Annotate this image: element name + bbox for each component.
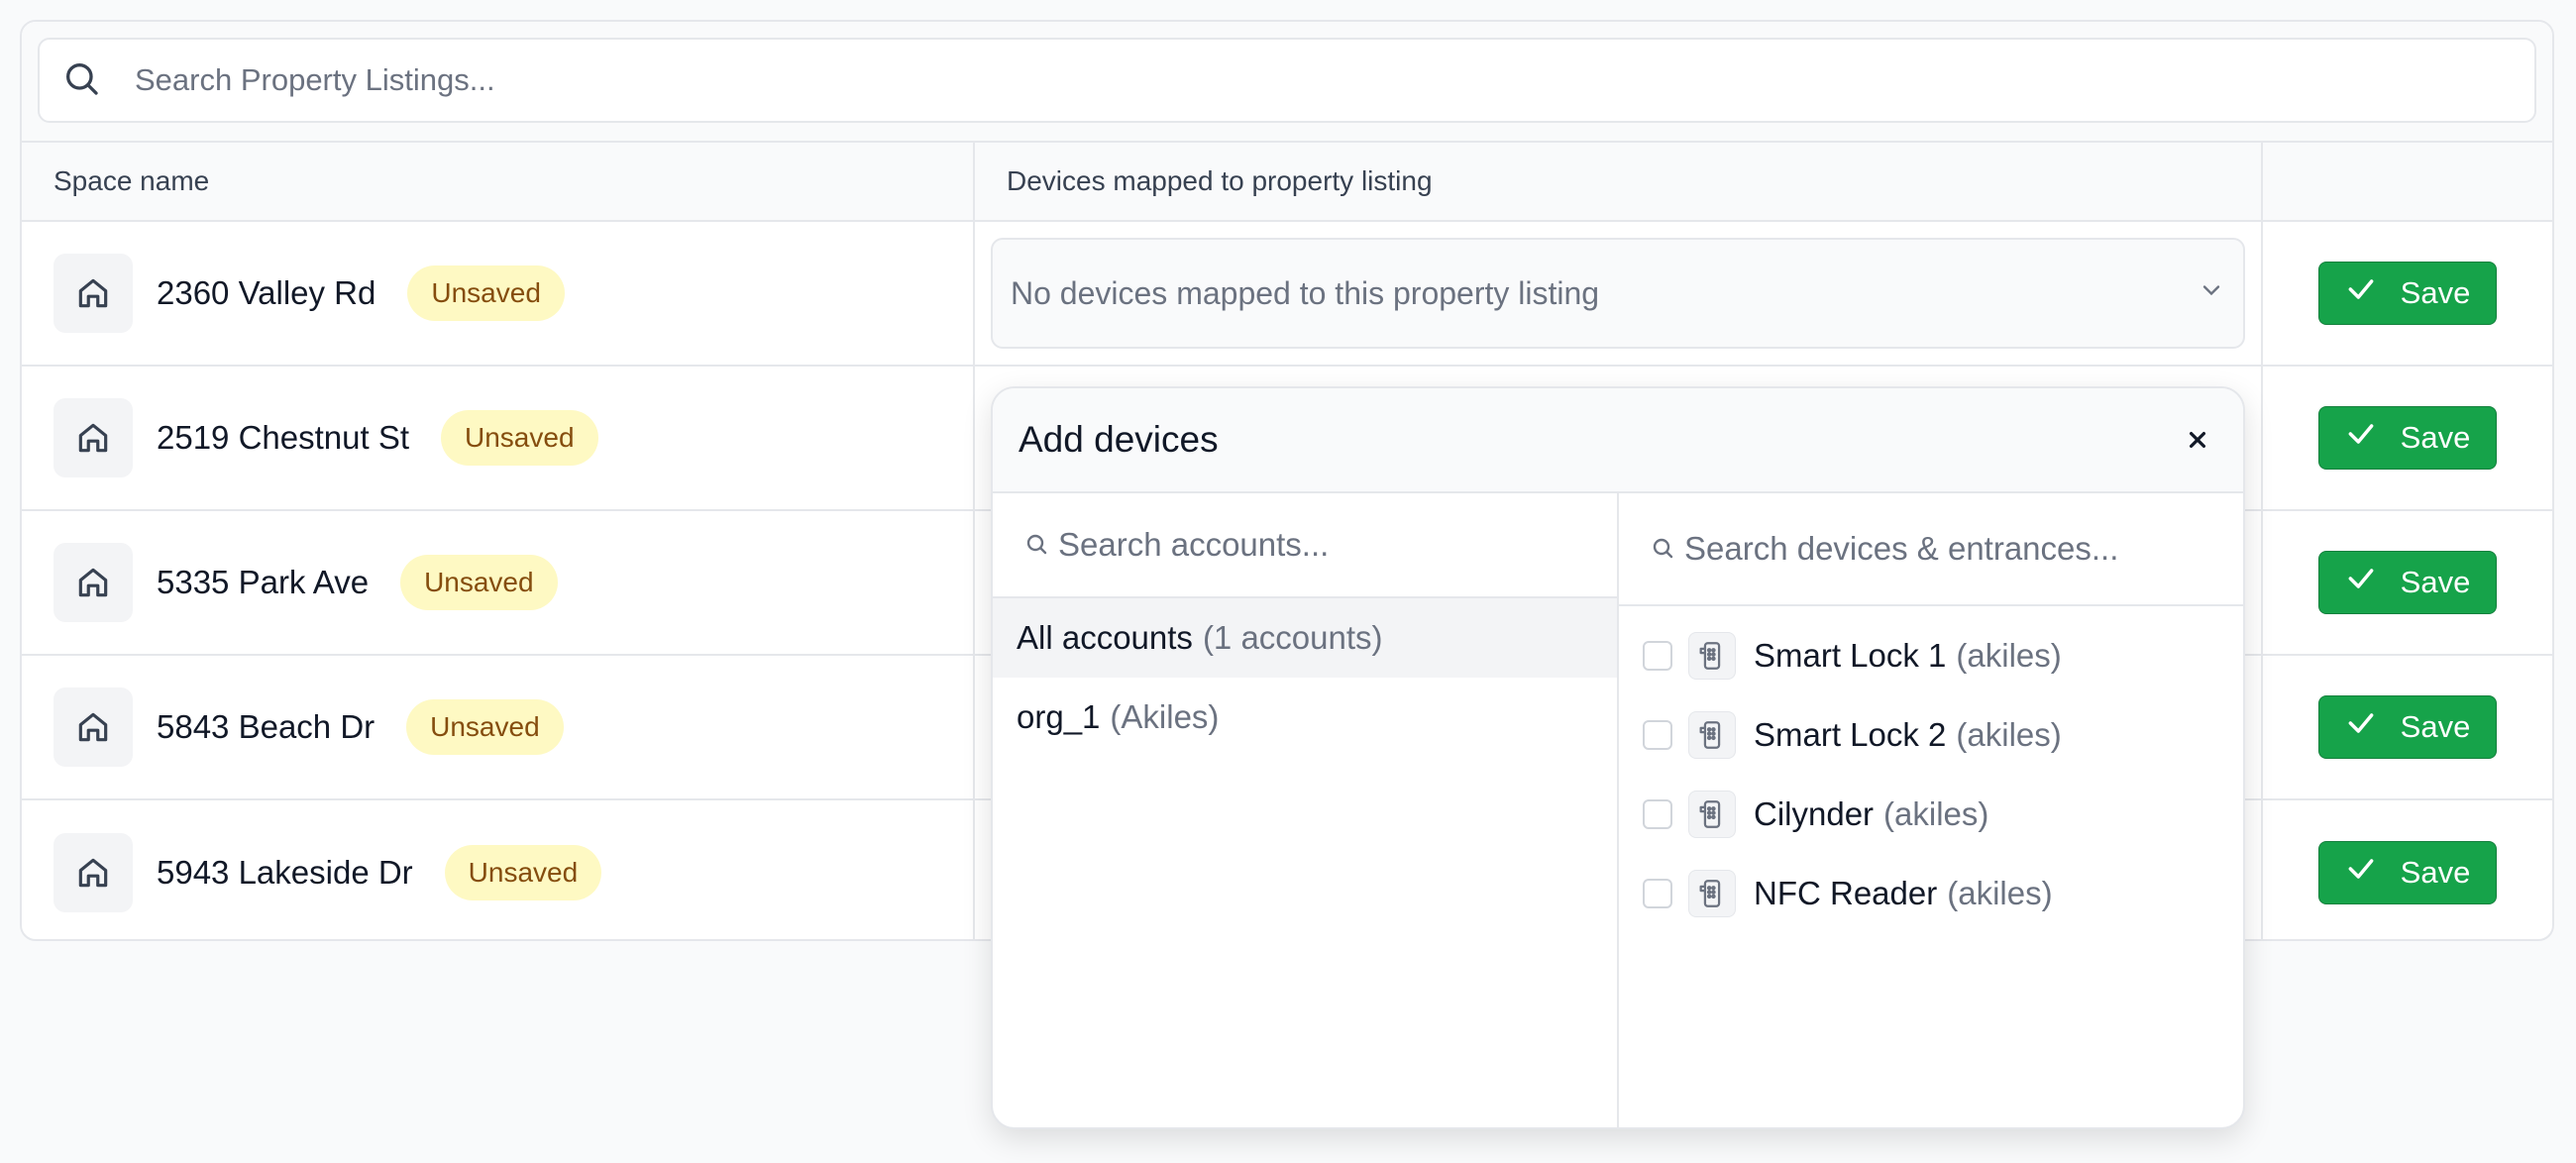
save-label: Save: [2400, 709, 2471, 744]
save-button[interactable]: Save: [2318, 262, 2497, 325]
space-name: 5843 Beach Dr: [157, 708, 376, 745]
header-actions: [2263, 143, 2552, 220]
account-item-all[interactable]: All accounts (1 accounts): [993, 598, 1617, 678]
device-item[interactable]: Smart Lock 1 (akiles): [1619, 616, 2243, 695]
check-icon: [2345, 707, 2377, 747]
home-icon: [54, 543, 133, 622]
popover-header: Add devices: [993, 388, 2243, 493]
check-icon: [2345, 853, 2377, 893]
device-item[interactable]: Smart Lock 2 (akiles): [1619, 695, 2243, 775]
device-item[interactable]: Cilynder (akiles): [1619, 775, 2243, 854]
home-icon: [54, 687, 133, 767]
status-badge: Unsaved: [406, 699, 564, 755]
device-checkbox[interactable]: [1643, 799, 1672, 829]
device-checkbox[interactable]: [1643, 720, 1672, 750]
table-row: 2360 Valley Rd Unsaved No devices mapped…: [22, 222, 2552, 367]
save-button[interactable]: Save: [2318, 406, 2497, 470]
accounts-pane: All accounts (1 accounts) org_1 (Akiles): [993, 493, 1619, 1127]
check-icon: [2345, 273, 2377, 313]
space-name: 2519 Chestnut St: [157, 419, 410, 456]
save-label: Save: [2400, 565, 2471, 599]
save-button[interactable]: Save: [2318, 841, 2497, 904]
device-checkbox[interactable]: [1643, 879, 1672, 908]
device-select[interactable]: No devices mapped to this property listi…: [991, 238, 2245, 349]
close-icon[interactable]: [2178, 420, 2217, 460]
door-lock-icon: [1688, 711, 1736, 759]
save-button[interactable]: Save: [2318, 695, 2497, 759]
add-devices-popover: Add devices All accounts (1 accounts) or…: [991, 386, 2245, 1129]
home-icon: [54, 398, 133, 477]
save-label: Save: [2400, 855, 2471, 890]
account-meta: (1 accounts): [1202, 619, 1383, 656]
header-space-name: Space name: [22, 143, 975, 220]
devices-pane: Smart Lock 1 (akiles) Smart Lock 2 (akil…: [1619, 493, 2243, 1127]
popover-title: Add devices: [1019, 419, 1219, 460]
space-name: 5943 Lakeside Dr: [157, 854, 413, 891]
chevron-down-icon: [2198, 275, 2225, 312]
space-name: 5335 Park Ave: [157, 564, 370, 600]
search-icon: [1651, 530, 1684, 568]
status-badge: Unsaved: [400, 555, 558, 610]
device-meta: (akiles): [1947, 875, 2053, 911]
door-lock-icon: [1688, 791, 1736, 838]
home-icon: [54, 254, 133, 333]
space-name: 2360 Valley Rd: [157, 274, 376, 311]
save-label: Save: [2400, 420, 2471, 455]
search-icon: [61, 58, 101, 103]
search-icon: [1024, 526, 1058, 564]
search-bar[interactable]: [38, 38, 2536, 123]
save-label: Save: [2400, 275, 2471, 310]
table-header: Space name Devices mapped to property li…: [22, 143, 2552, 222]
account-meta: (Akiles): [1110, 698, 1220, 735]
device-name: Smart Lock 1: [1754, 637, 1947, 674]
device-item[interactable]: NFC Reader (akiles): [1619, 854, 2243, 933]
search-input[interactable]: [135, 62, 2314, 98]
devices-search-input[interactable]: [1684, 530, 2200, 568]
status-badge: Unsaved: [441, 410, 598, 466]
door-lock-icon: [1688, 870, 1736, 917]
save-button[interactable]: Save: [2318, 551, 2497, 614]
account-item-org-1[interactable]: org_1 (Akiles): [993, 678, 1617, 757]
device-name: Smart Lock 2: [1754, 716, 1947, 753]
device-name: NFC Reader: [1754, 875, 1938, 911]
home-icon: [54, 833, 133, 912]
account-name: All accounts: [1017, 619, 1193, 656]
device-meta: (akiles): [1956, 637, 2062, 674]
header-devices: Devices mapped to property listing: [975, 143, 2263, 220]
search-bar-container: [22, 22, 2552, 143]
status-badge: Unsaved: [444, 845, 602, 900]
check-icon: [2345, 418, 2377, 458]
device-name: Cilynder: [1754, 795, 1875, 832]
status-badge: Unsaved: [407, 265, 565, 321]
accounts-search-input[interactable]: [1058, 526, 1573, 564]
device-meta: (akiles): [1883, 795, 1989, 832]
accounts-search[interactable]: [993, 493, 1617, 598]
check-icon: [2345, 563, 2377, 602]
device-meta: (akiles): [1956, 716, 2062, 753]
door-lock-icon: [1688, 632, 1736, 680]
devices-search[interactable]: [1619, 493, 2243, 606]
device-checkbox[interactable]: [1643, 641, 1672, 671]
device-select-placeholder: No devices mapped to this property listi…: [1011, 274, 1600, 311]
account-name: org_1: [1017, 698, 1101, 735]
